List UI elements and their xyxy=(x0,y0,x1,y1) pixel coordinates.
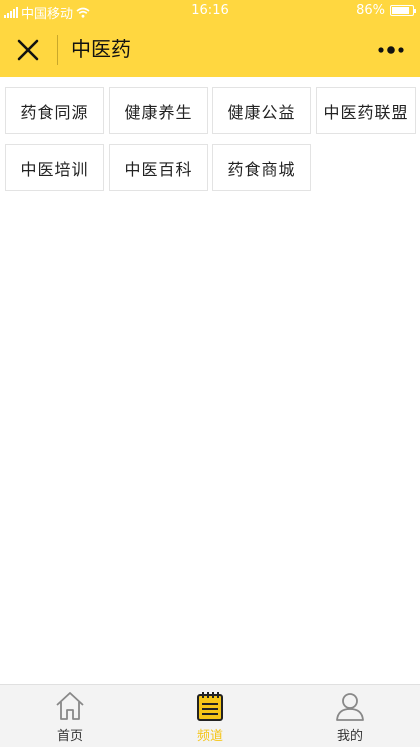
battery-percent: 86% xyxy=(356,3,385,18)
tab-home-label: 首页 xyxy=(56,729,83,744)
tag-yaoshi-shangcheng[interactable]: 药食商城 xyxy=(212,144,311,191)
battery-icon xyxy=(390,5,416,16)
nav-bar: 中医药 xyxy=(0,22,420,77)
tab-bar: 首页 频道 我的 xyxy=(0,684,420,747)
tag-yaoshi-tongyuan[interactable]: 药食同源 xyxy=(5,87,104,134)
tab-mine[interactable]: 我的 xyxy=(280,685,420,747)
tag-jiankang-yangsheng[interactable]: 健康养生 xyxy=(109,87,208,134)
tab-home[interactable]: 首页 xyxy=(0,685,140,747)
battery-fill xyxy=(392,7,410,14)
tag-zhongyi-peixun[interactable]: 中医培训 xyxy=(5,144,104,191)
more-button[interactable] xyxy=(376,37,406,63)
page-title: 中医药 xyxy=(71,37,131,61)
user-icon xyxy=(336,693,364,721)
close-icon xyxy=(17,39,39,61)
tab-channel[interactable]: 频道 xyxy=(140,685,280,747)
more-icon xyxy=(378,46,404,54)
tag-zhongyiyao-lianmeng[interactable]: 中医药联盟 xyxy=(316,87,416,134)
status-right: 86% xyxy=(356,3,416,18)
tag-jiankang-gongyi[interactable]: 健康公益 xyxy=(212,87,311,134)
tab-channel-label: 频道 xyxy=(196,729,223,744)
tag-zhongyi-baike[interactable]: 中医百科 xyxy=(109,144,208,191)
status-bar: 中国移动 16:16 86% xyxy=(0,0,420,22)
tab-mine-label: 我的 xyxy=(336,729,363,744)
close-button[interactable] xyxy=(12,34,44,66)
notepad-icon xyxy=(197,692,223,721)
home-icon xyxy=(56,692,84,720)
nav-divider xyxy=(57,35,58,65)
